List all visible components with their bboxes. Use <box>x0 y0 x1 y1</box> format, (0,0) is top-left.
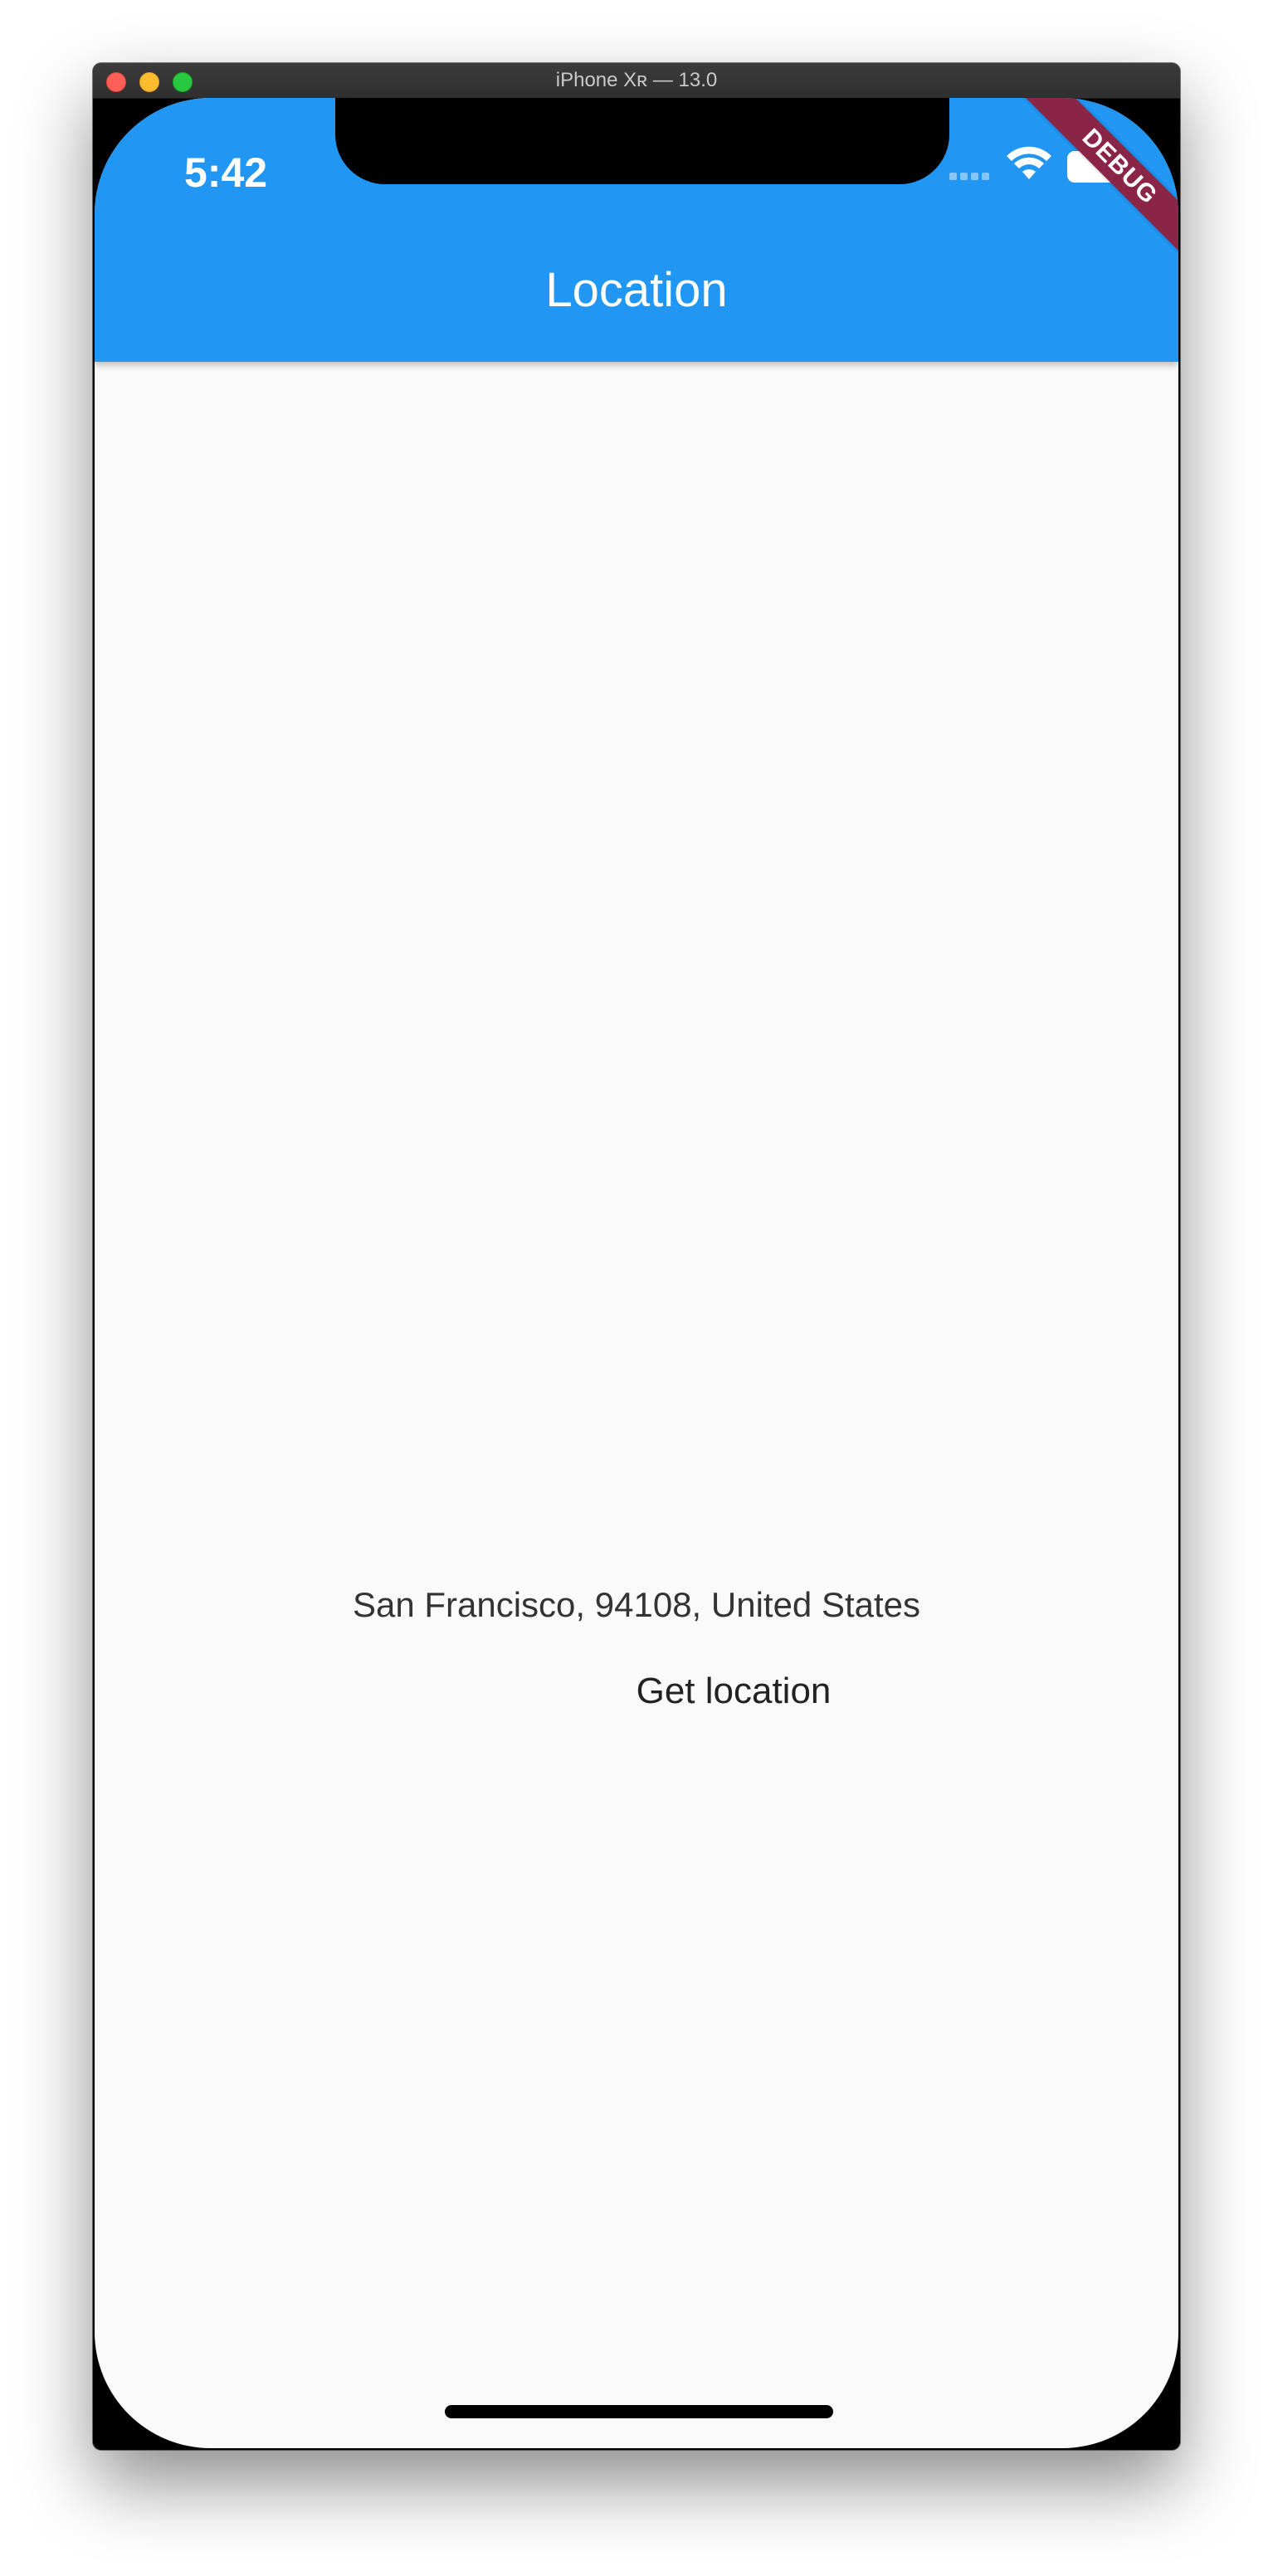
phone-screen: 5:42 Location DEBUG San Francisco, 94108… <box>95 98 1178 2448</box>
wifi-icon <box>1007 146 1051 179</box>
home-indicator[interactable] <box>445 2405 833 2418</box>
main-content: San Francisco, 94108, United States Get … <box>95 362 1178 2448</box>
get-location-button[interactable]: Get location <box>596 1656 871 1726</box>
simulator-window: iPhone Xʀ — 13.0 5:42 Location DEBUG San… <box>93 63 1180 2450</box>
status-time: 5:42 <box>184 149 268 196</box>
page-title: Location <box>545 263 728 317</box>
location-address: San Francisco, 94108, United States <box>352 1585 921 1624</box>
window-title: iPhone Xʀ — 13.0 <box>555 69 718 91</box>
device-notch <box>335 98 949 184</box>
cellular-signal-icon <box>949 168 989 184</box>
window-titlebar: iPhone Xʀ — 13.0 <box>93 63 1180 99</box>
